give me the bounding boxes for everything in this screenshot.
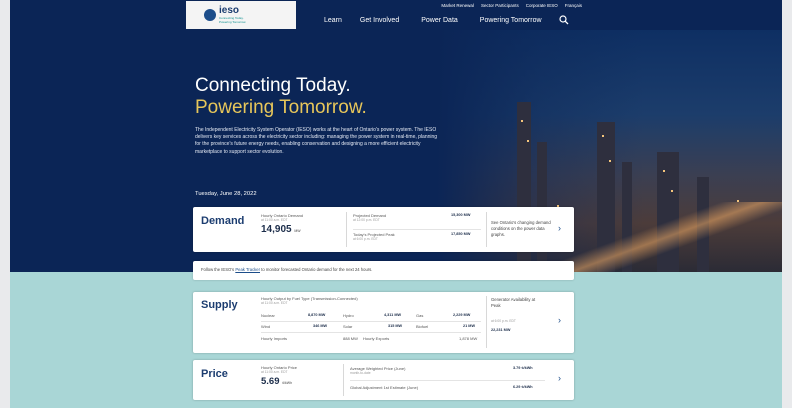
logo-mark-icon — [204, 9, 216, 21]
hoep-unit: ¢/kWh — [282, 381, 293, 385]
current-date: Tuesday, June 28, 2022 — [195, 191, 257, 197]
avg-price-value: 3.79 ¢/kWh — [513, 366, 533, 370]
ieso-logo[interactable]: ieso Connecting Today. Powering Tomorrow… — [186, 1, 296, 29]
utility-link-francais[interactable]: Français — [565, 3, 582, 8]
notice-text-after: to monitor forecasted Ontario demand for… — [261, 267, 373, 272]
supply-time: at 11:00 a.m. EDT — [261, 301, 288, 305]
nav-get-involved[interactable]: Get Involved — [360, 17, 399, 24]
fuel-biofuel-label: Biofuel — [416, 324, 429, 329]
price-title: Price — [201, 368, 228, 380]
projected-peak-value: 17,850 MW — [451, 232, 471, 236]
demand-card[interactable]: Demand Hourly Ontario Demand at 11:00 a.… — [193, 207, 574, 252]
global-adjustment-value: 6.29 ¢/kWh — [513, 385, 533, 389]
utility-link-sector-participants[interactable]: Sector Participants — [481, 3, 519, 8]
fuel-hydro-label: Hydro — [343, 313, 354, 318]
hero-title-line2: Powering Tomorrow. — [195, 97, 367, 118]
projected-demand-value: 15,300 MW — [451, 213, 471, 217]
fuel-wind-value: 346 MW — [313, 324, 328, 328]
avg-price-sub: month-to-date — [350, 371, 371, 375]
fuel-solar-value: 315 MW — [388, 324, 403, 328]
peak-tracker-notice: Follow the IESO's Peak Tracker to monito… — [193, 261, 574, 280]
fuel-solar-label: Solar — [343, 324, 353, 329]
fuel-gas-value: 2,229 MW — [453, 313, 471, 317]
page-margin-left — [0, 0, 10, 408]
hourly-demand-unit: MW — [294, 229, 301, 233]
peak-tracker-link[interactable]: Peak Tracker — [235, 267, 260, 272]
nav-powering-tomorrow[interactable]: Powering Tomorrow — [480, 17, 542, 24]
supply-title: Supply — [201, 299, 238, 311]
hoep-time: at 11:00 a.m. EDT — [261, 370, 288, 374]
generator-availability-value: 22,231 MW — [491, 328, 511, 332]
page-margin-right — [782, 0, 792, 408]
projected-demand-time: at 12:00 p.m. EDT — [353, 218, 380, 222]
page: ieso Connecting Today. Powering Tomorrow… — [0, 0, 792, 408]
utility-link-market-renewal[interactable]: Market Renewal — [441, 3, 474, 8]
hoep-value: 5.69 ¢/kWh — [261, 376, 293, 387]
generator-availability-label: Generator Availability at Peak — [491, 297, 536, 308]
supply-chevron-icon[interactable]: › — [558, 315, 561, 325]
main-nav: Learn Get Involved Power Data Powering T… — [324, 17, 542, 24]
fuel-biofuel-value: 21 MW — [463, 324, 476, 328]
global-adjustment-label: Global Adjustment 1st Estimate (June) — [350, 385, 419, 390]
generator-availability-time: at 6:00 p.m. EDT — [491, 319, 516, 323]
exports-value: 1,878 MW — [459, 336, 478, 341]
hourly-demand-value: 14,905 MW — [261, 224, 301, 235]
nav-power-data[interactable]: Power Data — [421, 17, 458, 24]
fuel-wind-label: Wind — [261, 324, 271, 329]
logo-tagline: Connecting Today. Powering Tomorrow. — [219, 16, 247, 24]
price-chevron-icon[interactable]: › — [558, 373, 561, 383]
price-card[interactable]: Price Hourly Ontario Price at 11:00 a.m.… — [193, 360, 574, 400]
demand-see-graphs-text[interactable]: See Ontario's changing demand conditions… — [491, 220, 553, 238]
fuel-nuclear-label: Nuclear — [261, 313, 275, 318]
fuel-gas-label: Gas — [416, 313, 424, 318]
exports-label: Hourly Exports — [363, 336, 390, 341]
utility-link-corporate-ieso[interactable]: Corporate IESO — [526, 3, 558, 8]
imports-label: Hourly Imports — [261, 336, 288, 341]
demand-chevron-icon[interactable]: › — [558, 223, 561, 233]
notice-text-before: Follow the IESO's — [201, 267, 235, 272]
projected-peak-time: at 6:00 p.m. EDT — [353, 237, 378, 241]
search-icon[interactable] — [559, 15, 569, 25]
hero-title-line1: Connecting Today. — [195, 75, 351, 96]
site-header: ieso Connecting Today. Powering Tomorrow… — [10, 0, 782, 30]
hero-intro: The Independent Electricity System Opera… — [195, 127, 438, 155]
logo-word: ieso — [219, 5, 240, 16]
fuel-nuclear-value: 8,870 MW — [308, 313, 326, 317]
supply-card[interactable]: Supply Hourly Output by Fuel Type (Trans… — [193, 292, 574, 353]
utility-nav: Market Renewal Sector Participants Corpo… — [441, 3, 582, 8]
nav-learn[interactable]: Learn — [324, 17, 342, 24]
demand-title: Demand — [201, 215, 245, 227]
imports-value: 888 MW — [343, 336, 358, 341]
hourly-demand-time: at 11:00 a.m. EDT — [261, 218, 288, 222]
fuel-hydro-value: 4,311 MW — [384, 313, 402, 317]
